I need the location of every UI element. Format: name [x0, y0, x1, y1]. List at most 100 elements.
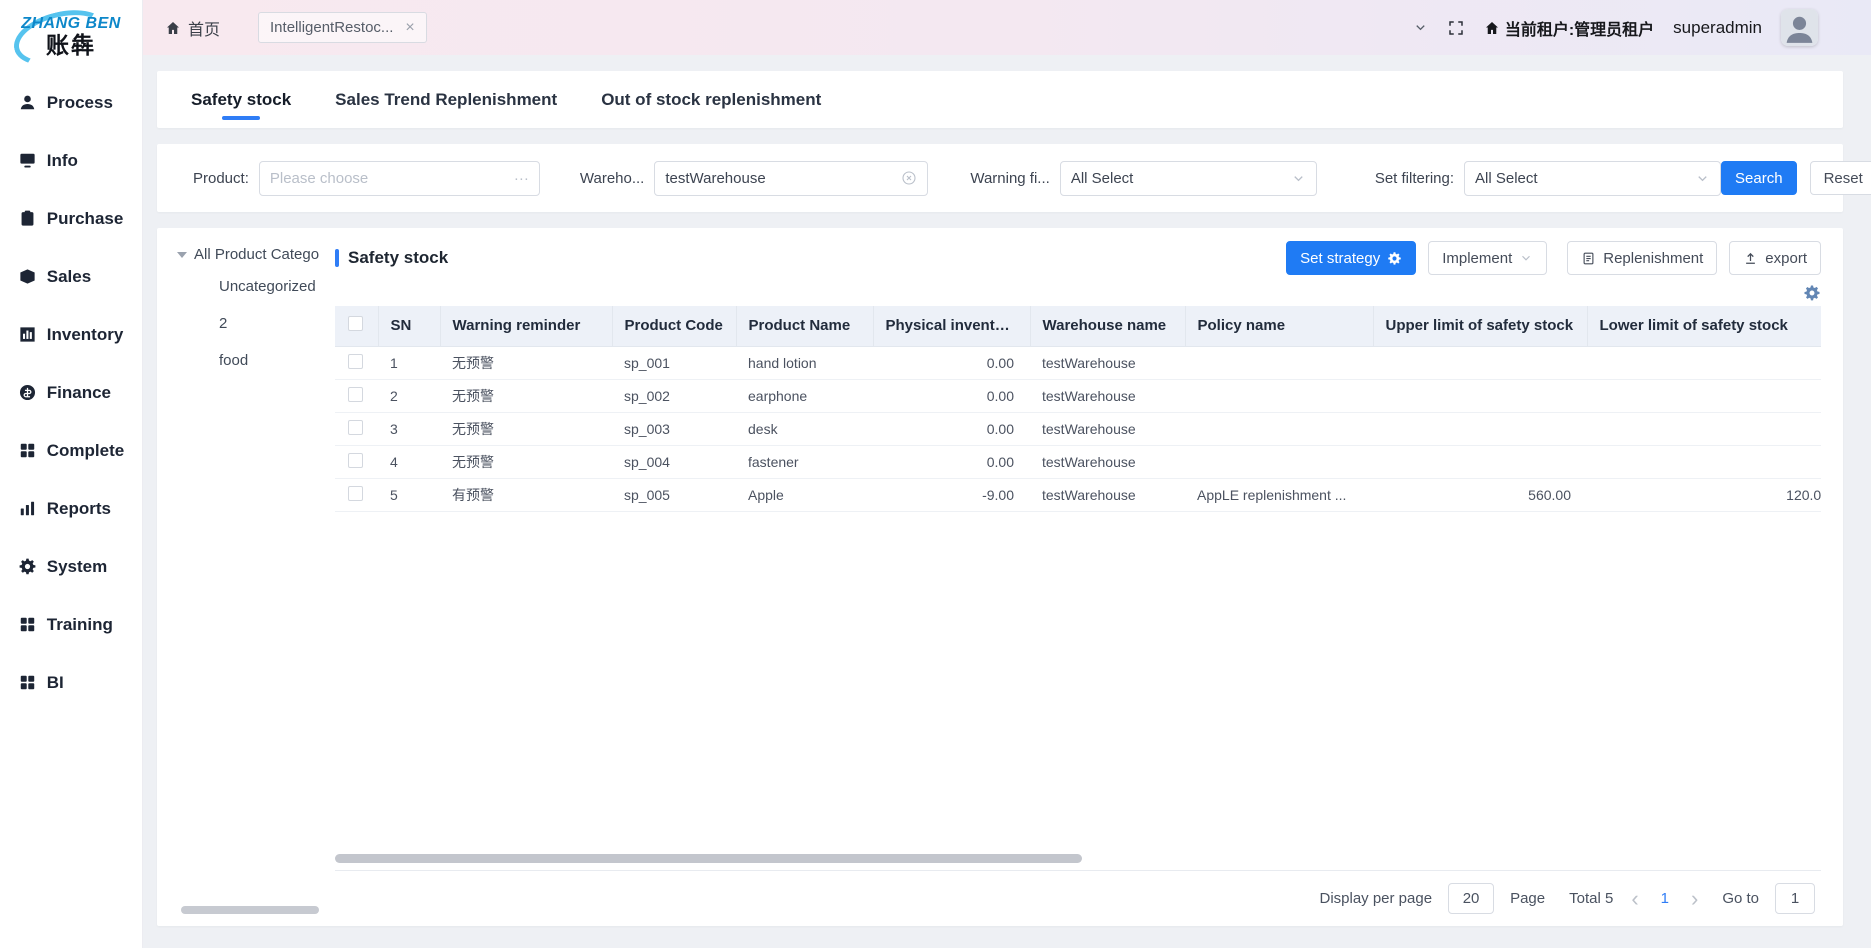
tree-horizontal-scrollbar[interactable] — [181, 906, 319, 914]
cell-name: Apple — [736, 478, 873, 511]
avatar[interactable] — [1781, 9, 1818, 46]
cell-warehouse: testWarehouse — [1030, 379, 1185, 412]
ellipsis-icon[interactable]: ··· — [514, 170, 529, 187]
display-per-page-label: Display per page — [1319, 890, 1432, 907]
sidebar-item-purchase[interactable]: Purchase — [18, 207, 124, 231]
column-settings-gear-icon[interactable] — [1803, 284, 1821, 302]
sidebar-item-info[interactable]: Info — [18, 149, 78, 173]
replenishment-button[interactable]: Replenishment — [1567, 241, 1717, 275]
cell-name: earphone — [736, 379, 873, 412]
row-checkbox[interactable] — [348, 453, 363, 468]
chevron-down-icon — [1291, 171, 1306, 186]
table-row[interactable]: 5 有预警 sp_005 Apple -9.00 testWarehouse A… — [335, 478, 1821, 511]
warehouse-input[interactable] — [665, 170, 895, 187]
table-row[interactable]: 2 无预警 sp_002 earphone 0.00 testWarehouse — [335, 379, 1821, 412]
goto-label: Go to — [1722, 890, 1759, 907]
prev-page-icon[interactable]: ‹ — [1629, 888, 1640, 910]
filter-set-filtering: Set filtering: All Select — [1375, 161, 1721, 196]
col-lower-limit: Lower limit of safety stock — [1587, 306, 1821, 346]
goto-page-input[interactable] — [1775, 883, 1815, 914]
close-icon[interactable]: × — [405, 20, 414, 36]
cell-sn: 2 — [378, 379, 440, 412]
table-row[interactable]: 4 无预警 sp_004 fastener 0.00 testWarehouse — [335, 445, 1821, 478]
select-all-checkbox[interactable] — [348, 316, 363, 331]
reset-button[interactable]: Reset — [1810, 161, 1871, 195]
tab-label: Safety stock — [191, 90, 291, 110]
grid-icon — [18, 615, 37, 634]
topbar: 首页 IntelligentRestoc... × 当前租户:管理员租户 sup… — [143, 0, 1871, 55]
username[interactable]: superadmin — [1673, 18, 1762, 38]
breadcrumb-home[interactable]: 首页 — [165, 16, 220, 40]
sidebar-item-process[interactable]: Process — [18, 91, 113, 115]
cell-code: sp_002 — [612, 379, 736, 412]
cell-policy — [1185, 412, 1373, 445]
row-checkbox[interactable] — [348, 486, 363, 501]
current-page[interactable]: 1 — [1657, 890, 1673, 907]
table-horizontal-scrollbar[interactable] — [335, 854, 1082, 863]
route-tab-intelligent-restock[interactable]: IntelligentRestoc... × — [258, 12, 427, 43]
warning-filter-label: Warning fi... — [970, 170, 1049, 187]
tree-item-2[interactable]: 2 — [219, 315, 335, 332]
export-button[interactable]: export — [1729, 241, 1821, 275]
warning-select-value: All Select — [1071, 170, 1134, 187]
tree-item-food[interactable]: food — [219, 352, 335, 369]
cell-inventory: 0.00 — [873, 346, 1030, 379]
next-page-icon[interactable]: › — [1689, 888, 1700, 910]
cell-lower — [1587, 346, 1821, 379]
clear-icon[interactable] — [901, 170, 917, 186]
row-checkbox[interactable] — [348, 420, 363, 435]
cell-upper: 560.00 — [1373, 478, 1587, 511]
avatar-image — [1781, 9, 1818, 46]
sidebar-item-reports[interactable]: Reports — [18, 497, 111, 521]
sidebar-item-bi[interactable]: BI — [18, 671, 64, 695]
table-row[interactable]: 1 无预警 sp_001 hand lotion 0.00 testWareho… — [335, 346, 1821, 379]
tree-item-uncategorized[interactable]: Uncategorized — [219, 278, 335, 295]
col-product-code: Product Code — [612, 306, 736, 346]
sidebar-item-finance[interactable]: Finance — [18, 381, 111, 405]
set-strategy-button[interactable]: Set strategy — [1286, 241, 1416, 275]
fullscreen-icon[interactable] — [1447, 19, 1465, 37]
cell-upper — [1373, 379, 1587, 412]
tab-safety-stock[interactable]: Safety stock — [191, 71, 291, 128]
sidebar-item-sales[interactable]: Sales — [18, 265, 91, 289]
set-filtering-select[interactable]: All Select — [1464, 161, 1721, 196]
cell-warning: 有预警 — [440, 478, 612, 511]
warning-select[interactable]: All Select — [1060, 161, 1317, 196]
implement-label: Implement — [1442, 250, 1512, 267]
sidebar-item-label: System — [47, 557, 107, 577]
warehouse-picker[interactable] — [654, 161, 928, 196]
empty-area — [335, 512, 1821, 855]
search-button[interactable]: Search — [1721, 161, 1797, 195]
sidebar-item-training[interactable]: Training — [18, 613, 113, 637]
cell-warehouse: testWarehouse — [1030, 478, 1185, 511]
sidebar-item-inventory[interactable]: Inventory — [18, 323, 124, 347]
sidebar-item-system[interactable]: System — [18, 555, 107, 579]
filter-warehouse: Wareho... — [580, 161, 928, 196]
row-checkbox[interactable] — [348, 354, 363, 369]
tab-out-of-stock-replenishment[interactable]: Out of stock replenishment — [601, 71, 821, 128]
sidebar-item-label: Finance — [47, 383, 111, 403]
tree-root-all-product-categories[interactable]: All Product Catego — [177, 246, 335, 263]
set-filtering-select-value: All Select — [1475, 170, 1538, 187]
cell-sn: 4 — [378, 445, 440, 478]
cell-inventory: 0.00 — [873, 379, 1030, 412]
grid-icon — [18, 673, 37, 692]
filter-product: Product: ··· — [193, 161, 540, 196]
cell-warning: 无预警 — [440, 346, 612, 379]
table-row[interactable]: 3 无预警 sp_003 desk 0.00 testWarehouse — [335, 412, 1821, 445]
pagination: Display per page Page Total 5 ‹ 1 › Go t… — [335, 870, 1821, 926]
implement-button[interactable]: Implement — [1428, 241, 1547, 275]
col-warehouse-name: Warehouse name — [1030, 306, 1185, 346]
sidebar-item-complete[interactable]: Complete — [18, 439, 124, 463]
page-size-input[interactable] — [1448, 883, 1494, 914]
tree-items: Uncategorized 2 food — [177, 278, 335, 369]
export-label: export — [1765, 250, 1807, 267]
collapse-icon[interactable] — [177, 252, 187, 258]
chevron-down-icon[interactable] — [1413, 20, 1428, 35]
cell-lower — [1587, 379, 1821, 412]
tab-sales-trend-replenishment[interactable]: Sales Trend Replenishment — [335, 71, 557, 128]
row-checkbox[interactable] — [348, 387, 363, 402]
cell-upper — [1373, 346, 1587, 379]
product-picker[interactable]: ··· — [259, 161, 540, 196]
product-input[interactable] — [270, 170, 508, 187]
